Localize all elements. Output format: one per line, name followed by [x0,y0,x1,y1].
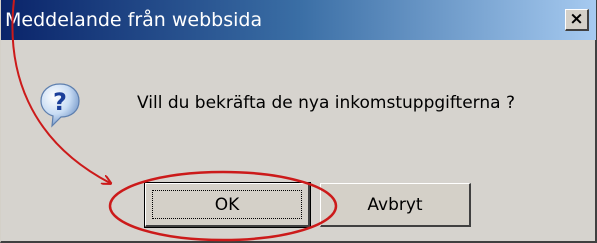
focus-rectangle [152,190,302,219]
close-button[interactable]: × [565,9,589,31]
ok-button[interactable]: OK [144,182,311,228]
message-dialog: Meddelande från webbsida × ? Vill du bek… [0,0,597,243]
dialog-title: Meddelande från webbsida [5,9,263,31]
close-icon: × [569,9,584,29]
title-bar: Meddelande från webbsida × [1,0,596,40]
cancel-button[interactable]: Avbryt [320,183,471,227]
question-icon: ? [40,83,80,128]
svg-text:?: ? [53,88,67,116]
cancel-button-label: Avbryt [367,194,423,215]
dialog-message: Vill du bekräfta de nya inkomstuppgifter… [137,93,515,113]
